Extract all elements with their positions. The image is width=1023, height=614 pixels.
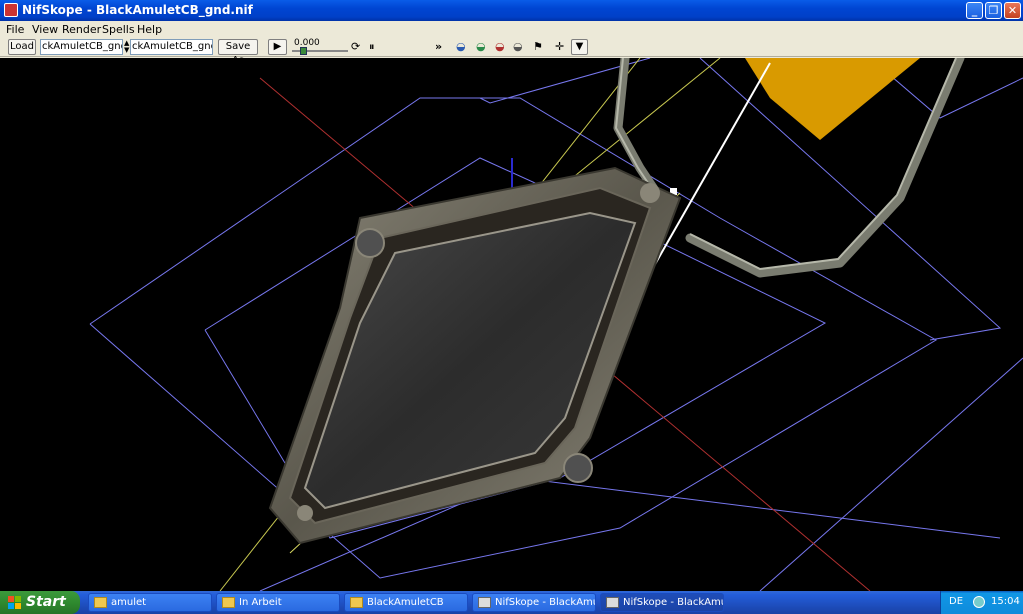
amulet-pendant [268,166,682,545]
nifskope-app-icon [4,3,18,17]
task-label: BlackAmuletCB [367,597,444,608]
task-label: In Arbeit [239,597,282,608]
view-front-icon[interactable]: ◒ [456,41,466,53]
close-button[interactable]: ✕ [1004,2,1021,19]
toolbar-overflow-icon[interactable]: » [435,41,442,53]
task-in-arbeit[interactable]: In Arbeit [216,593,340,612]
menu-bar: File View Render Spells Help [0,21,1023,38]
folder-icon [350,597,363,608]
menu-render[interactable]: Render [62,23,101,36]
task-nifskope-1[interactable]: NifSkope - BlackAmul... [472,593,596,612]
load-button[interactable]: Load [8,39,36,55]
menu-view[interactable]: View [32,23,58,36]
view-side-icon[interactable]: ◒ [476,41,486,53]
view-top-icon[interactable]: ◒ [495,41,505,53]
walk-mode-icon[interactable]: ⚑ [533,41,543,53]
task-label: NifSkope - BlackAmul... [495,597,595,608]
maximize-button[interactable]: ❐ [985,2,1002,19]
time-slider-handle[interactable] [300,47,307,55]
nifskope-window: NifSkope - BlackAmuletCB_gnd.nif _ ❐ ✕ F… [0,0,1023,591]
task-label: amulet [111,597,147,608]
load-path-input[interactable]: ckAmuletCB_gnd.nif [40,39,123,55]
title-bar[interactable]: NifSkope - BlackAmuletCB_gnd.nif _ ❐ ✕ [0,0,1023,21]
network-icon[interactable] [973,596,985,608]
window-title: NifSkope - BlackAmuletCB_gnd.nif [22,3,253,17]
view-user-icon[interactable]: ◒ [513,41,523,53]
menu-help[interactable]: Help [137,23,162,36]
folder-icon [94,597,107,608]
scene-canvas [89,58,1023,591]
system-tray: DE 15:04 [940,591,1023,614]
folder-icon [222,597,235,608]
toolbar: Load ckAmuletCB_gnd.nif ▲▼ ckAmuletCB_gn… [0,38,1023,66]
play-icon: ▶ [273,41,282,52]
loop-icon[interactable]: ⟳ [351,41,360,53]
play-button[interactable]: ▶ [268,39,287,55]
3d-viewport[interactable] [0,58,1023,591]
nifskope-icon [606,597,619,608]
switch-sequence-icon[interactable]: ⏸ [369,41,375,53]
task-amulet[interactable]: amulet [88,593,212,612]
windows-logo-icon [8,596,21,609]
selected-plane-highlight [745,58,920,140]
swap-arrows-icon[interactable]: ▲ ▼ [124,40,129,54]
task-blackamuletcb[interactable]: BlackAmuletCB [344,593,468,612]
windows-taskbar: Start amulet In Arbeit BlackAmuletCB Nif… [0,591,1023,614]
selection-line [649,62,771,274]
task-label: NifSkope - BlackAmul... [623,597,723,608]
language-indicator[interactable]: DE [949,596,963,607]
menu-spells[interactable]: Spells [102,23,135,36]
menu-file[interactable]: File [6,23,24,36]
save-as-button[interactable]: Save As [218,39,258,66]
clock[interactable]: 15:04 [991,596,1020,607]
axis-toggle-icon[interactable]: ✛ [555,41,564,53]
start-button[interactable]: Start [0,591,80,614]
render-options-dropdown[interactable]: ▼ [571,39,588,55]
task-nifskope-2[interactable]: NifSkope - BlackAmul... [600,593,724,612]
save-path-input[interactable]: ckAmuletCB_gnd.nif [130,39,213,55]
chevron-down-icon: ▼ [575,41,584,52]
nifskope-icon [478,597,491,608]
start-label: Start [26,594,66,610]
minimize-button[interactable]: _ [966,2,983,19]
